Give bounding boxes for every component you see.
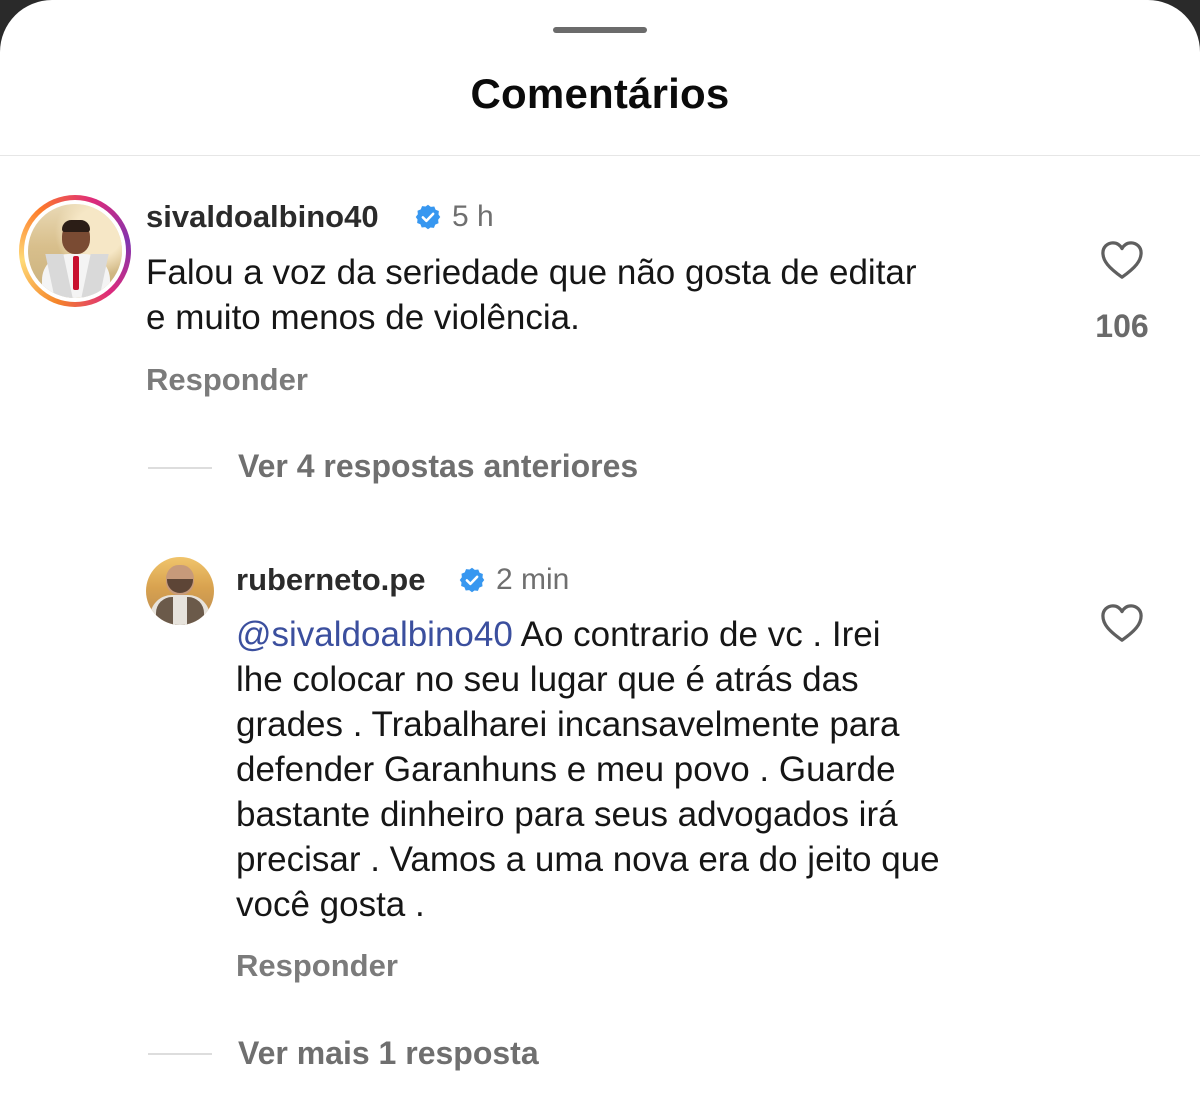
comment-timestamp: 2 min <box>496 563 570 596</box>
header-divider <box>0 155 1200 156</box>
verified-badge-icon <box>415 204 441 230</box>
view-previous-replies-button[interactable]: Ver 4 respostas anteriores <box>238 448 638 485</box>
comment-username[interactable]: ruberneto.pe <box>236 562 425 598</box>
verified-badge-icon <box>459 567 485 593</box>
comment-text: Falou a voz da seriedade que não gosta d… <box>146 253 917 337</box>
reply-button[interactable]: Responder <box>236 948 398 984</box>
mention-link[interactable]: @sivaldoalbino40 <box>236 615 513 654</box>
avatar[interactable] <box>146 557 214 625</box>
comments-sheet: Comentários sivaldoalbino40 5 h Falou a … <box>0 0 1200 1105</box>
sheet-title: Comentários <box>470 70 730 117</box>
replies-thread-line <box>148 1053 212 1055</box>
commenter-avatar-story-ring[interactable] <box>19 195 131 307</box>
comment-text: @sivaldoalbino40 Ao contrario de vc . Ir… <box>236 615 940 924</box>
comment-timestamp: 5 h <box>452 200 494 233</box>
sheet-grabber-handle[interactable] <box>553 27 647 33</box>
replies-thread-line <box>148 467 212 469</box>
like-count[interactable]: 106 <box>1084 308 1160 345</box>
view-more-replies-button[interactable]: Ver mais 1 resposta <box>238 1035 539 1072</box>
heart-outline-icon[interactable] <box>1099 602 1145 644</box>
comment-username[interactable]: sivaldoalbino40 <box>146 199 379 235</box>
reply-button[interactable]: Responder <box>146 362 308 398</box>
avatar <box>28 204 122 298</box>
heart-outline-icon[interactable] <box>1099 239 1145 281</box>
